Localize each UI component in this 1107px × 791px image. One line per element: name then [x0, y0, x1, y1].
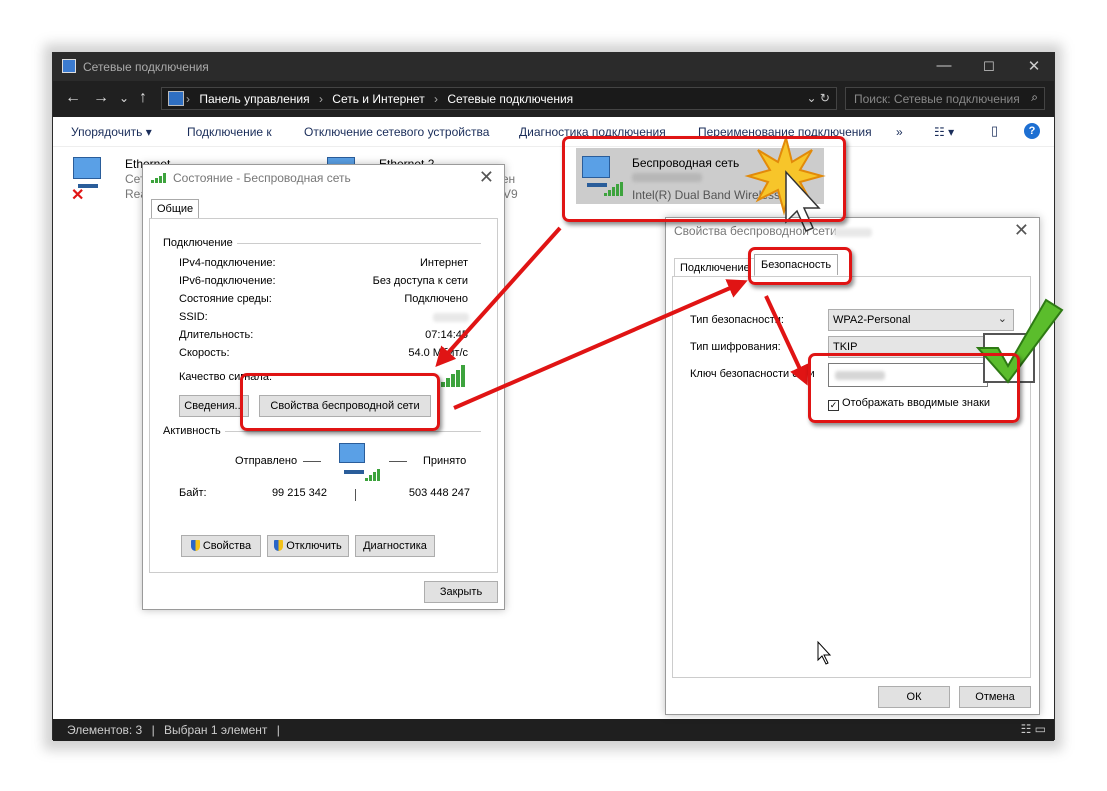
- wireless-properties-dialog: Свойства беспроводной сети ✕ Подключение…: [665, 217, 1040, 715]
- media-state-value: Подключено: [404, 293, 468, 305]
- crumb-separator-icon: ›: [318, 92, 323, 106]
- command-bar: Упорядочить ▾ Подключение к Отключение с…: [53, 117, 1054, 147]
- cancel-button[interactable]: Отмена: [959, 686, 1031, 708]
- search-placeholder: Поиск: Сетевые подключения: [854, 92, 1020, 106]
- disable-device-button[interactable]: Отключение сетевого устройства: [304, 125, 489, 139]
- blurred-network-name: [834, 228, 872, 237]
- disable-button[interactable]: Отключить: [267, 535, 349, 557]
- highlight-wireless-properties-button: [240, 373, 440, 431]
- status-bar: Элементов: 3 | Выбран 1 элемент | ☷ ▭: [53, 719, 1054, 741]
- properties-button[interactable]: Свойства: [181, 535, 261, 557]
- ipv4-value: Интернет: [420, 257, 468, 269]
- dialog-title: Состояние - Беспроводная сеть: [173, 171, 351, 185]
- organize-button[interactable]: Упорядочить ▾: [71, 125, 152, 139]
- view-toggle-icon[interactable]: ☷ ▭: [1021, 722, 1046, 736]
- breadcrumb-network-internet[interactable]: Сеть и Интернет: [332, 92, 424, 106]
- address-bar: ← → ⌄ ↑ › Панель управления › Сеть и Инт…: [53, 81, 1054, 117]
- media-state-label: Состояние среды:: [179, 293, 272, 305]
- ok-button[interactable]: ОК: [878, 686, 950, 708]
- minimize-button[interactable]: —: [929, 57, 959, 74]
- speed-label: Скорость:: [179, 347, 230, 359]
- maximize-button[interactable]: ☐: [974, 59, 1004, 75]
- activity-group-label: Активность: [163, 425, 225, 437]
- received-line: [389, 461, 407, 462]
- diagnose-button[interactable]: Диагностика: [355, 535, 435, 557]
- bytes-divider: [355, 489, 356, 501]
- speed-value: 54.0 Мбит/с: [408, 347, 468, 359]
- connect-button[interactable]: Подключение к: [187, 125, 272, 139]
- tab-general[interactable]: Общие: [151, 199, 200, 218]
- ipv4-label: IPv4-подключение:: [179, 257, 276, 269]
- item-count: Элементов: 3: [67, 723, 143, 737]
- up-arrow-icon[interactable]: ↑: [139, 89, 147, 107]
- highlight-wireless-adapter: [562, 136, 846, 222]
- title-bar: Сетевые подключения — ☐ ✕: [53, 53, 1054, 81]
- chevron-down-icon: ⌄: [997, 313, 1007, 325]
- more-commands-icon[interactable]: »: [896, 125, 903, 139]
- crumb-separator-icon: ›: [186, 92, 190, 106]
- signal-quality-icon: [441, 365, 465, 387]
- details-button[interactable]: Сведения...: [179, 395, 249, 417]
- address-input[interactable]: › Панель управления › Сеть и Интернет › …: [161, 87, 837, 110]
- status-separator: |: [276, 723, 280, 737]
- connection-group-label: Подключение: [163, 237, 237, 249]
- close-icon[interactable]: ✕: [479, 167, 494, 188]
- security-type-label: Тип безопасности:: [690, 314, 784, 326]
- adapter-device: V9: [503, 187, 518, 201]
- breadcrumb-network-connections[interactable]: Сетевые подключения: [447, 92, 573, 106]
- ipv6-label: IPv6-подключение:: [179, 275, 276, 287]
- selected-count: Выбран 1 элемент: [164, 723, 268, 737]
- dialog-title: Свойства беспроводной сети: [674, 224, 837, 238]
- window-title: Сетевые подключения: [83, 60, 209, 74]
- network-folder-icon: [62, 59, 76, 73]
- refresh-icon[interactable]: ⌄ ↻: [807, 91, 830, 105]
- forward-arrow-icon[interactable]: →: [93, 89, 109, 107]
- security-type-value: WPA2-Personal: [833, 314, 911, 326]
- received-label: Принято: [423, 455, 467, 467]
- signal-icon: [151, 173, 166, 183]
- control-panel-icon: [168, 91, 184, 106]
- encryption-type-label: Тип шифрования:: [690, 341, 781, 353]
- status-separator: |: [151, 723, 155, 737]
- duration-label: Длительность:: [179, 329, 254, 341]
- close-icon[interactable]: ✕: [1014, 220, 1029, 241]
- back-arrow-icon[interactable]: ←: [65, 89, 81, 107]
- help-icon[interactable]: ?: [1024, 123, 1040, 139]
- ipv6-value: Без доступа к сети: [372, 275, 468, 287]
- tab-connection[interactable]: Подключение: [674, 258, 755, 277]
- encryption-type-value: TKIP: [833, 341, 858, 353]
- network-adapter-icon: [73, 157, 101, 188]
- duration-value: 07:14:45: [425, 329, 468, 341]
- disconnected-x-icon: ✕: [71, 187, 85, 204]
- highlight-show-characters: [808, 353, 1020, 423]
- recent-dropdown-icon[interactable]: ⌄: [119, 91, 129, 105]
- sent-line: [303, 461, 321, 462]
- tab-security[interactable]: Безопасность: [754, 254, 839, 275]
- crumb-separator-icon: ›: [434, 92, 439, 106]
- close-button[interactable]: ✕: [1019, 57, 1049, 75]
- search-icon[interactable]: ⌕: [1031, 90, 1038, 105]
- activity-signal-icon: [365, 469, 380, 481]
- bytes-sent-value: 99 215 342: [271, 487, 327, 499]
- search-input[interactable]: Поиск: Сетевые подключения ⌕: [845, 87, 1045, 110]
- blurred-ssid-value: [433, 313, 469, 322]
- preview-pane-icon[interactable]: ▯: [991, 123, 998, 139]
- sent-label: Отправлено: [235, 455, 298, 467]
- activity-computers-icon: [339, 443, 365, 474]
- ssid-label: SSID:: [179, 311, 208, 323]
- bytes-label: Байт:: [179, 487, 207, 499]
- view-options-icon[interactable]: ☷ ▾: [934, 125, 954, 139]
- close-dialog-button[interactable]: Закрыть: [424, 581, 498, 603]
- security-key-label: Ключ безопасности сети: [690, 368, 815, 380]
- breadcrumb-control-panel[interactable]: Панель управления: [199, 92, 309, 106]
- security-type-select[interactable]: WPA2-Personal ⌄: [828, 309, 1014, 331]
- bytes-received-value: 503 448 247: [408, 487, 470, 499]
